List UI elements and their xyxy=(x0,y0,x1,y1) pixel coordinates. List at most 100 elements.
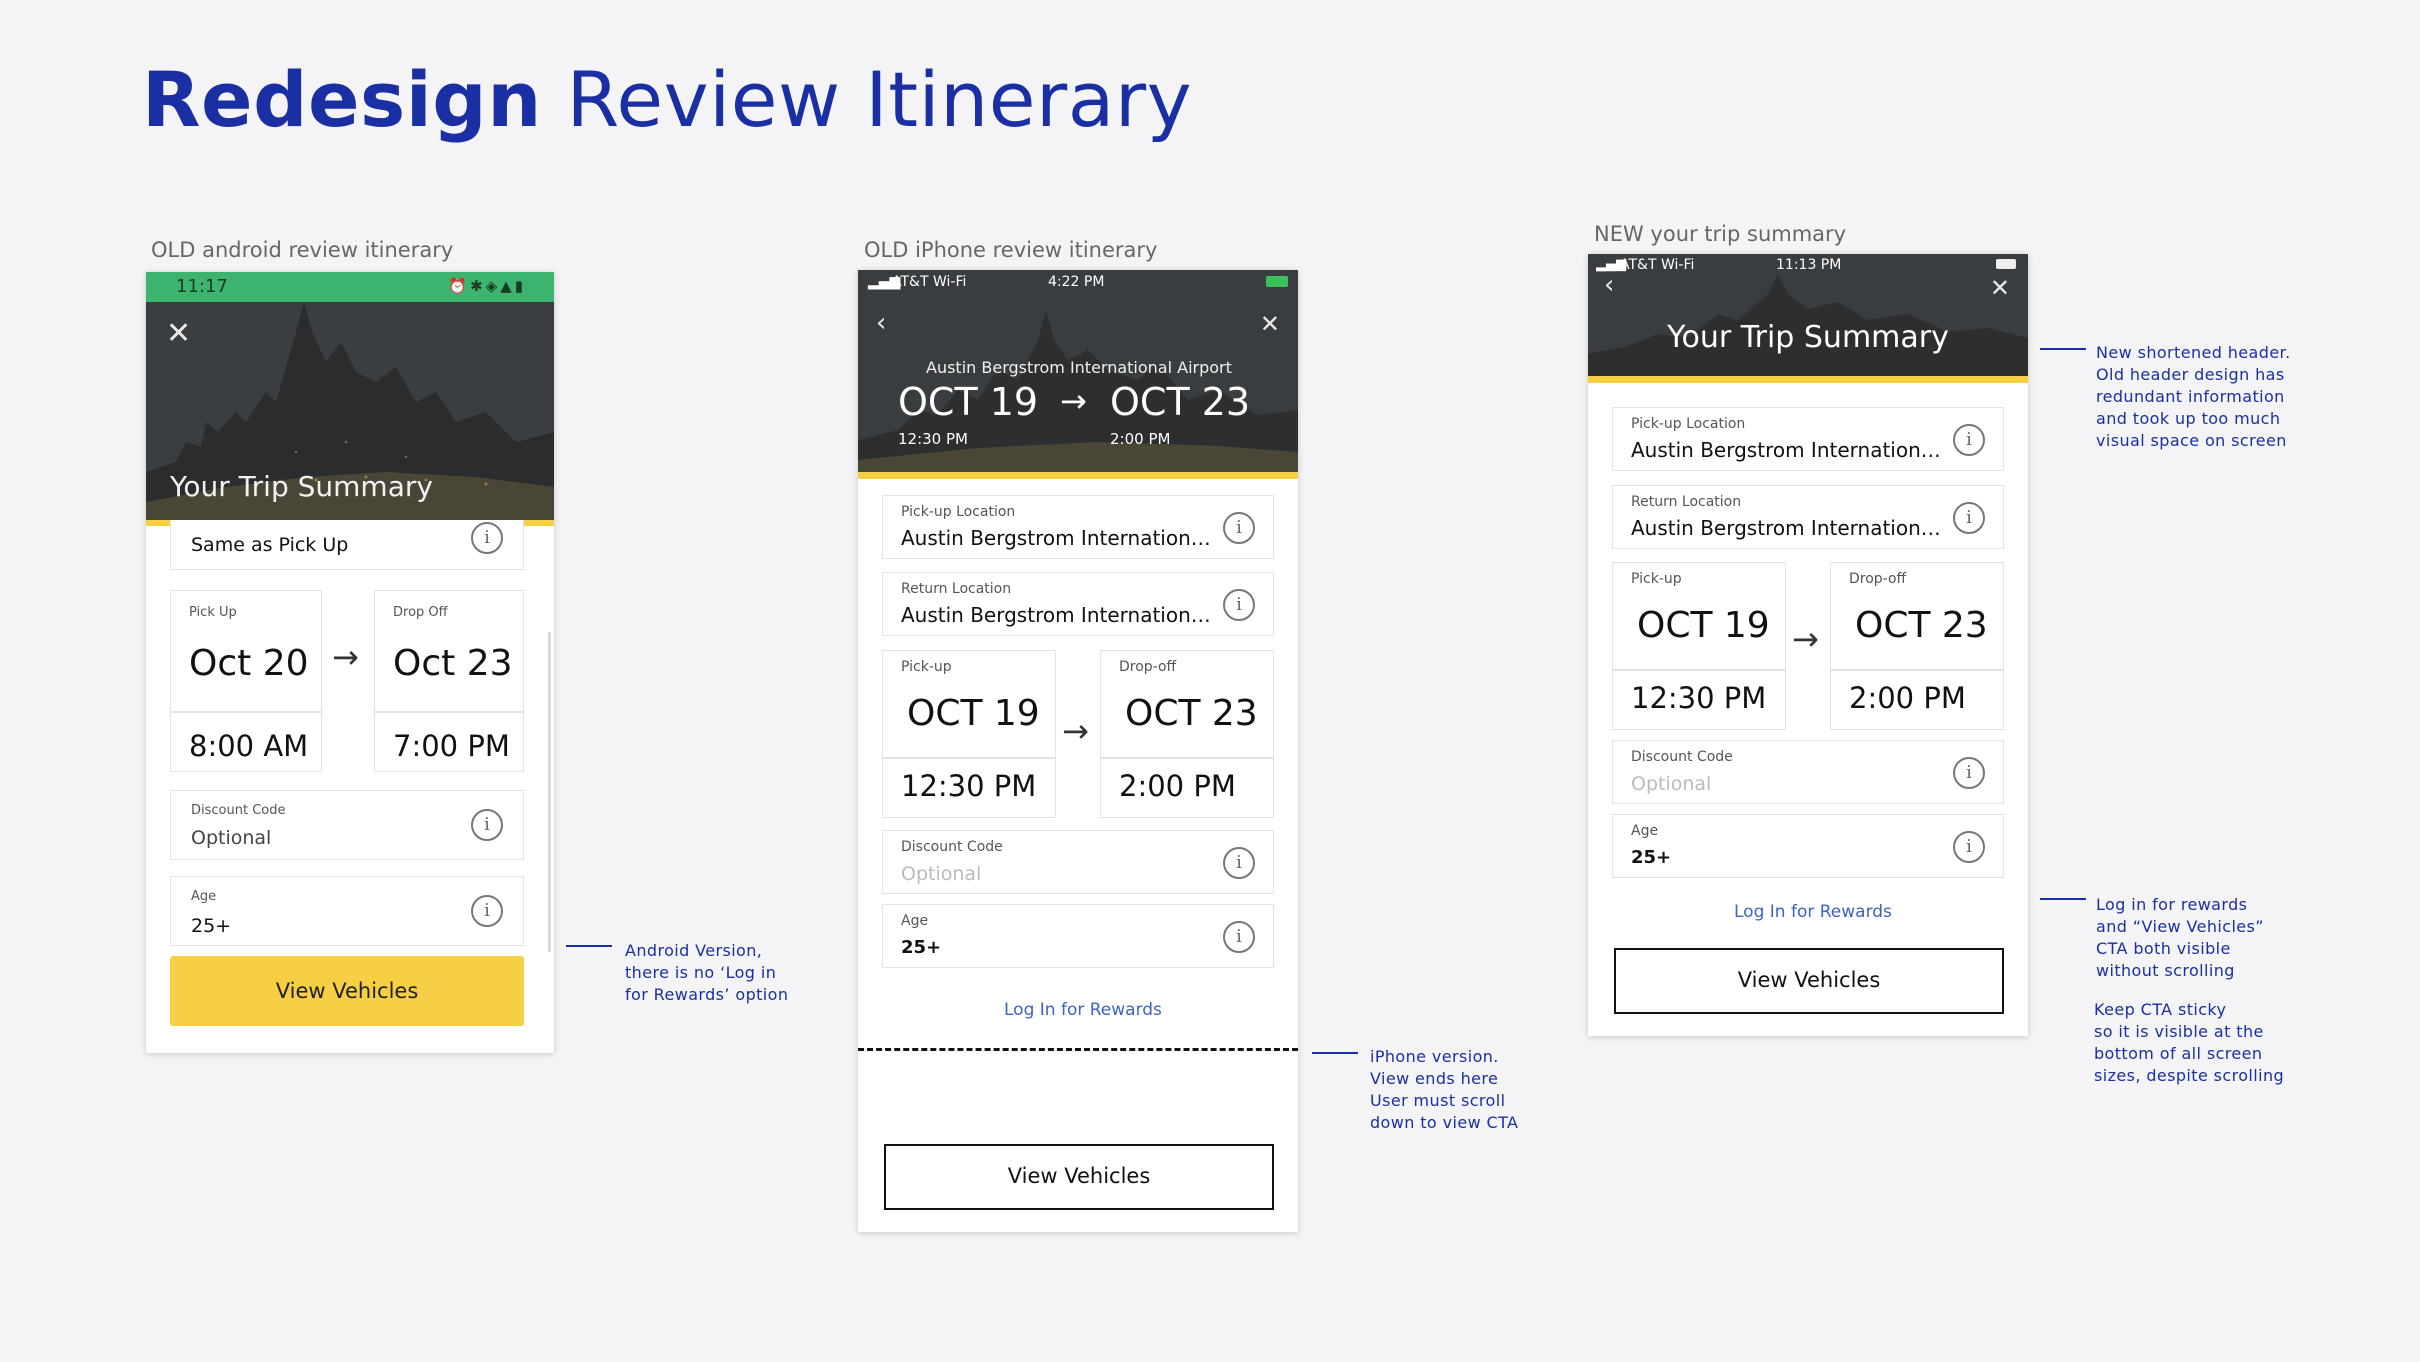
age-field[interactable]: Age 25+ i xyxy=(1612,814,2004,878)
iphone-old-section-label: OLD iPhone review itinerary xyxy=(864,238,1158,262)
return-location-card[interactable]: Same as Pick Up i xyxy=(170,520,524,570)
header-note: New shortened header. Old header design … xyxy=(2096,342,2291,452)
pickup-location-label: Pick-up Location xyxy=(1631,416,1746,432)
arrow-right-icon: → xyxy=(332,638,359,676)
info-icon[interactable]: i xyxy=(471,895,503,927)
page-title-rest: Review Itinerary xyxy=(566,55,1193,144)
age-label: Age xyxy=(1631,823,1659,839)
info-icon[interactable]: i xyxy=(471,522,503,554)
note-line: visual space on screen xyxy=(2096,431,2287,450)
note-line: Log in for rewards xyxy=(2096,895,2248,914)
pickup-date: OCT 19 xyxy=(1637,605,1770,646)
scrollbar[interactable] xyxy=(548,632,551,952)
info-icon[interactable]: i xyxy=(1953,757,1985,789)
fold-line xyxy=(858,1048,1298,1051)
arrow-right-icon: → xyxy=(1062,712,1089,750)
log-in-for-rewards-link[interactable]: Log In for Rewards xyxy=(1004,1000,1162,1020)
dropoff-label: Drop Off xyxy=(393,605,448,620)
dropoff-label: Drop-off xyxy=(1119,659,1177,675)
view-vehicles-button[interactable]: View Vehicles xyxy=(884,1144,1274,1210)
discount-code-value: Optional xyxy=(191,827,272,849)
dropoff-date: Oct 23 xyxy=(393,643,513,684)
dropoff-card[interactable]: Drop-off OCT 23 2:00 PM xyxy=(1100,650,1274,818)
view-vehicles-button[interactable]: View Vehicles xyxy=(170,956,524,1026)
android-status-time: 11:17 xyxy=(176,276,228,297)
pickup-location-field[interactable]: Pick-up Location Austin Bergstrom Intern… xyxy=(1612,407,2004,471)
android-header-title: Your Trip Summary xyxy=(170,470,433,503)
age-value: 25+ xyxy=(901,937,942,958)
back-chevron-icon[interactable]: ‹ xyxy=(1604,270,1614,300)
header-start-time: 12:30 PM xyxy=(898,430,968,448)
age-field[interactable]: Age 25+ i xyxy=(170,876,524,946)
close-icon[interactable]: ✕ xyxy=(1990,274,2010,302)
close-icon[interactable]: ✕ xyxy=(1260,310,1280,338)
arrow-right-icon: → xyxy=(1792,620,1819,658)
discount-code-placeholder: Optional xyxy=(901,863,982,885)
pickup-location-field[interactable]: Pick-up Location Austin Bergstrom Intern… xyxy=(882,495,1274,559)
pickup-card[interactable]: Pick Up Oct 20 8:00 AM xyxy=(170,590,322,772)
info-icon[interactable]: i xyxy=(471,809,503,841)
info-icon[interactable]: i xyxy=(1223,589,1255,621)
pickup-date: OCT 19 xyxy=(907,693,1040,734)
age-field[interactable]: Age 25+ i xyxy=(882,904,1274,968)
discount-code-field[interactable]: Discount Code Optional i xyxy=(170,790,524,860)
back-chevron-icon[interactable]: ‹ xyxy=(876,308,886,338)
dropoff-card[interactable]: Drop Off Oct 23 7:00 PM xyxy=(374,590,524,772)
view-vehicles-button[interactable]: View Vehicles xyxy=(1614,948,2004,1014)
discount-code-label: Discount Code xyxy=(901,839,1003,855)
dropoff-date: OCT 23 xyxy=(1855,605,1988,646)
arrow-right-icon: → xyxy=(1060,382,1087,420)
iphone-old-phone: ▂▄▆ AT&T Wi-Fi 4:22 PM ‹ ✕ Austin Bergst… xyxy=(858,270,1298,1232)
note-line: Old header design has xyxy=(2096,365,2285,384)
note-line: there is no ‘Log in xyxy=(625,963,777,982)
note-line: bottom of all screen xyxy=(2094,1044,2263,1063)
log-in-for-rewards-link[interactable]: Log In for Rewards xyxy=(1734,902,1892,922)
pickup-time: 12:30 PM xyxy=(1631,681,1767,715)
iphone-new-phone: ▂▄▆ AT&T Wi-Fi 11:13 PM ‹ ✕ Your Trip Su… xyxy=(1588,254,2028,1036)
close-icon[interactable]: ✕ xyxy=(166,316,191,351)
info-icon[interactable]: i xyxy=(1223,847,1255,879)
info-icon[interactable]: i xyxy=(1953,831,1985,863)
carrier-label: AT&T Wi-Fi xyxy=(1620,257,1695,273)
note-line: redundant information xyxy=(2096,387,2285,406)
discount-code-field[interactable]: Discount Code Optional i xyxy=(882,830,1274,894)
note-line: without scrolling xyxy=(2096,961,2235,980)
pickup-card[interactable]: Pick-up OCT 19 12:30 PM xyxy=(882,650,1056,818)
iphone-new-section-label: NEW your trip summary xyxy=(1594,222,1847,246)
status-time: 4:22 PM xyxy=(1048,274,1105,290)
note-line: View ends here xyxy=(1370,1069,1499,1088)
note-line: CTA both visible xyxy=(2096,939,2231,958)
return-location-label: Return Location xyxy=(901,581,1012,597)
discount-code-label: Discount Code xyxy=(1631,749,1733,765)
dropoff-card[interactable]: Drop-off OCT 23 2:00 PM xyxy=(1830,562,2004,730)
info-icon[interactable]: i xyxy=(1223,921,1255,953)
dropoff-date: OCT 23 xyxy=(1125,693,1258,734)
android-section-label: OLD android review itinerary xyxy=(151,238,454,262)
page-title: Redesign Review Itinerary xyxy=(142,55,1192,144)
note-line: and took up too much xyxy=(2096,409,2281,428)
info-icon[interactable]: i xyxy=(1953,424,1985,456)
dropoff-label: Drop-off xyxy=(1849,571,1907,587)
android-note: Android Version, there is no ‘Log in for… xyxy=(625,940,788,1006)
discount-code-field[interactable]: Discount Code Optional i xyxy=(1612,740,2004,804)
note-line: New shortened header. xyxy=(2096,343,2291,362)
android-phone: 11:17 ⏰✱◈▲▮ ✕ Your Trip Summary Same as … xyxy=(146,272,554,1053)
return-location-field[interactable]: Return Location Austin Bergstrom Interna… xyxy=(1612,485,2004,549)
return-location-field[interactable]: Return Location Austin Bergstrom Interna… xyxy=(882,572,1274,636)
info-icon[interactable]: i xyxy=(1953,502,1985,534)
accent-bar xyxy=(1588,376,2028,383)
battery-icon xyxy=(1266,276,1288,287)
rewards-note: Log in for rewards and “View Vehicles” C… xyxy=(2096,894,2264,982)
header-title: Your Trip Summary xyxy=(1667,320,1949,355)
annotation-line xyxy=(566,945,612,947)
info-icon[interactable]: i xyxy=(1223,512,1255,544)
sticky-cta-note: Keep CTA sticky so it is visible at the … xyxy=(2094,999,2284,1087)
dropoff-time: 2:00 PM xyxy=(1119,769,1236,803)
note-line: and “View Vehicles” xyxy=(2096,917,2264,936)
pickup-card[interactable]: Pick-up OCT 19 12:30 PM xyxy=(1612,562,1786,730)
age-label: Age xyxy=(901,913,929,929)
divider xyxy=(883,757,1055,759)
divider xyxy=(1613,669,1785,671)
divider xyxy=(1101,757,1273,759)
pickup-time: 8:00 AM xyxy=(189,729,309,763)
